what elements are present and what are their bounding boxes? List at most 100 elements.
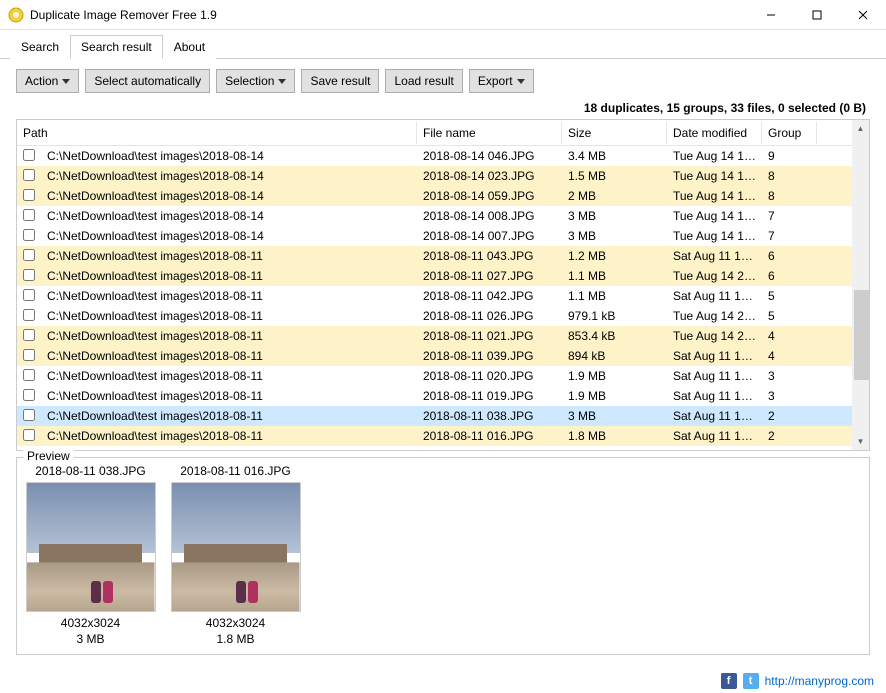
col-size[interactable]: Size (562, 122, 667, 144)
minimize-button[interactable] (748, 0, 794, 29)
row-checkbox[interactable] (23, 269, 35, 281)
table-row[interactable]: C:\NetDownload\test images\2018-08-11201… (17, 246, 852, 266)
action-button[interactable]: Action (16, 69, 79, 93)
load-result-button[interactable]: Load result (385, 69, 462, 93)
cell-size: 1.9 MB (562, 369, 667, 383)
close-button[interactable] (840, 0, 886, 29)
cell-size: 1.9 MB (562, 389, 667, 403)
row-checkbox[interactable] (23, 329, 35, 341)
row-checkbox[interactable] (23, 409, 35, 421)
cell-date-modified: Sat Aug 11 19:... (667, 289, 762, 303)
thumb-filename: 2018-08-11 016.JPG (180, 464, 291, 478)
export-button[interactable]: Export (469, 69, 534, 93)
cell-path: C:\NetDownload\test images\2018-08-14 (41, 209, 417, 223)
preview-thumb[interactable]: 2018-08-11 016.JPG 4032x3024 1.8 MB (168, 464, 303, 648)
cell-filename: 2018-08-14 008.JPG (417, 209, 562, 223)
row-checkbox[interactable] (23, 169, 35, 181)
cell-path: C:\NetDownload\test images\2018-08-11 (41, 409, 417, 423)
thumb-meta: 4032x3024 1.8 MB (206, 616, 265, 647)
cell-filename: 2018-08-14 046.JPG (417, 149, 562, 163)
row-checkbox[interactable] (23, 249, 35, 261)
row-checkbox[interactable] (23, 289, 35, 301)
row-checkbox[interactable] (23, 389, 35, 401)
scroll-up-arrow[interactable]: ▲ (852, 120, 869, 137)
cell-date-modified: Tue Aug 14 22:... (667, 329, 762, 343)
status-summary: 18 duplicates, 15 groups, 33 files, 0 se… (0, 99, 886, 119)
twitter-icon[interactable]: t (743, 673, 759, 689)
row-checkbox[interactable] (23, 349, 35, 361)
cell-date-modified: Sat Aug 11 19:... (667, 349, 762, 363)
cell-path: C:\NetDownload\test images\2018-08-11 (41, 249, 417, 263)
row-checkbox[interactable] (23, 189, 35, 201)
table-row[interactable]: C:\NetDownload\test images\2018-08-11201… (17, 346, 852, 366)
col-group[interactable]: Group (762, 122, 817, 144)
table-row[interactable]: C:\NetDownload\test images\2018-08-14201… (17, 206, 852, 226)
chevron-down-icon (278, 79, 286, 84)
cell-filename: 2018-08-11 043.JPG (417, 249, 562, 263)
vertical-scrollbar[interactable]: ▲ ▼ (852, 120, 869, 450)
table-row[interactable]: C:\NetDownload\test images\2018-08-11201… (17, 406, 852, 426)
maximize-button[interactable] (794, 0, 840, 29)
table-row[interactable]: C:\NetDownload\test images\2018-08-11201… (17, 386, 852, 406)
cell-size: 1.1 MB (562, 269, 667, 283)
row-checkbox[interactable] (23, 229, 35, 241)
save-result-button[interactable]: Save result (301, 69, 379, 93)
titlebar: Duplicate Image Remover Free 1.9 (0, 0, 886, 30)
cell-path: C:\NetDownload\test images\2018-08-11 (41, 369, 417, 383)
scroll-thumb[interactable] (854, 290, 870, 380)
preview-thumb[interactable]: 2018-08-11 038.JPG 4032x3024 3 MB (23, 464, 158, 648)
table-row[interactable]: C:\NetDownload\test images\2018-08-14201… (17, 166, 852, 186)
table-row[interactable]: C:\NetDownload\test images\2018-08-11201… (17, 306, 852, 326)
row-checkbox[interactable] (23, 309, 35, 321)
cell-group: 5 (762, 309, 817, 323)
cell-path: C:\NetDownload\test images\2018-08-11 (41, 309, 417, 323)
results-table: Path File name Size Date modified Group … (16, 119, 870, 451)
cell-date-modified: Sat Aug 11 19:... (667, 249, 762, 263)
cell-filename: 2018-08-14 007.JPG (417, 229, 562, 243)
col-path[interactable]: Path (17, 122, 417, 144)
tab-search-result[interactable]: Search result (70, 35, 163, 59)
cell-group: 9 (762, 149, 817, 163)
table-row[interactable]: C:\NetDownload\test images\2018-08-11201… (17, 326, 852, 346)
scroll-down-arrow[interactable]: ▼ (852, 433, 869, 450)
cell-date-modified: Sat Aug 11 19:... (667, 429, 762, 443)
cell-size: 3 MB (562, 409, 667, 423)
row-checkbox[interactable] (23, 429, 35, 441)
cell-date-modified: Tue Aug 14 15:... (667, 169, 762, 183)
tab-search[interactable]: Search (10, 35, 70, 59)
row-checkbox[interactable] (23, 209, 35, 221)
table-row[interactable]: C:\NetDownload\test images\2018-08-14201… (17, 146, 852, 166)
tab-about[interactable]: About (163, 35, 216, 59)
col-date-modified[interactable]: Date modified (667, 122, 762, 144)
table-row[interactable]: C:\NetDownload\test images\2018-08-11201… (17, 266, 852, 286)
cell-date-modified: Tue Aug 14 22:... (667, 309, 762, 323)
cell-path: C:\NetDownload\test images\2018-08-11 (41, 449, 417, 450)
cell-date-modified: Sat Aug 11 19:... (667, 369, 762, 383)
website-link[interactable]: http://manyprog.com (765, 674, 874, 688)
table-row[interactable]: C:\NetDownload\test images\2018-08-11201… (17, 366, 852, 386)
row-checkbox[interactable] (23, 369, 35, 381)
cell-filename: 2018-08-11 021.JPG (417, 329, 562, 343)
cell-size: 894 kB (562, 349, 667, 363)
table-row[interactable]: C:\NetDownload\test images\2018-08-11201… (17, 426, 852, 446)
row-checkbox[interactable] (23, 149, 35, 161)
cell-filename: 2018-08-11 042.JPG (417, 289, 562, 303)
cell-group: 5 (762, 289, 817, 303)
selection-button[interactable]: Selection (216, 69, 295, 93)
cell-size: 3.8 MB (562, 449, 667, 450)
cell-size: 1.8 MB (562, 429, 667, 443)
table-row[interactable]: C:\NetDownload\test images\2018-08-11201… (17, 446, 852, 450)
cell-group: 6 (762, 249, 817, 263)
select-automatically-button[interactable]: Select automatically (85, 69, 210, 93)
cell-date-modified: Tue Aug 14 15:... (667, 149, 762, 163)
facebook-icon[interactable]: f (721, 673, 737, 689)
cell-size: 1.5 MB (562, 169, 667, 183)
table-row[interactable]: C:\NetDownload\test images\2018-08-11201… (17, 286, 852, 306)
cell-filename: 2018-08-14 023.JPG (417, 169, 562, 183)
col-filename[interactable]: File name (417, 122, 562, 144)
cell-size: 3 MB (562, 209, 667, 223)
chevron-down-icon (62, 79, 70, 84)
table-row[interactable]: C:\NetDownload\test images\2018-08-14201… (17, 226, 852, 246)
cell-size: 979.1 kB (562, 309, 667, 323)
table-row[interactable]: C:\NetDownload\test images\2018-08-14201… (17, 186, 852, 206)
